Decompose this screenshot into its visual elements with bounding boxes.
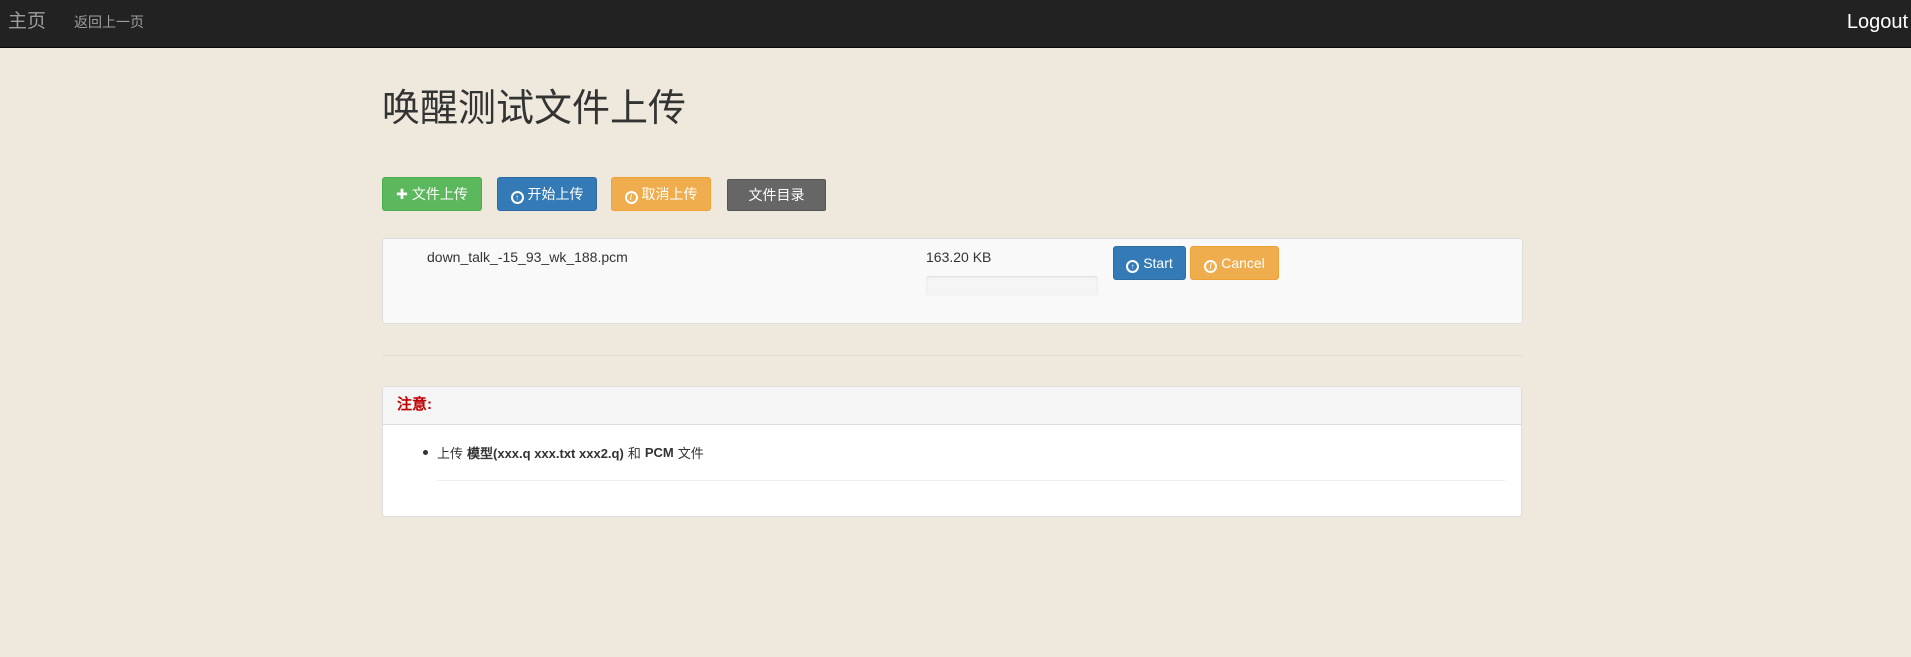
cancel-upload-label: 取消上传 bbox=[641, 186, 698, 202]
file-row: down_talk_-15_93_wk_188.pcm 163.20 KB ↑ S… bbox=[382, 238, 1523, 324]
bullet-icon bbox=[423, 450, 428, 455]
file-size: 163.20 KB bbox=[926, 249, 992, 265]
ban-icon: / bbox=[1204, 260, 1218, 273]
section-divider bbox=[382, 355, 1523, 356]
add-files-label: 文件上传 bbox=[411, 186, 468, 202]
cancel-upload-button[interactable]: / 取消上传 bbox=[611, 177, 711, 211]
top-navbar: 主页 返回上一页 Logout bbox=[0, 0, 1911, 48]
upload-circle-icon: ↑ bbox=[1126, 260, 1140, 273]
cancel-file-label: Cancel bbox=[1221, 255, 1265, 271]
note-model-types: 模型(xxx.q xxx.txt xxx2.q) bbox=[467, 446, 624, 461]
nav-back-link[interactable]: 返回上一页 bbox=[74, 13, 144, 31]
note-mid: 和 bbox=[627, 446, 641, 461]
plus-icon: ✚ bbox=[396, 186, 408, 202]
start-upload-button[interactable]: ↑ 开始上传 bbox=[497, 177, 597, 211]
logout-link[interactable]: Logout bbox=[1847, 10, 1908, 34]
add-files-button[interactable]: ✚ 文件上传 bbox=[382, 177, 482, 211]
file-directory-button[interactable]: 文件目录 bbox=[727, 179, 826, 211]
ban-icon: / bbox=[624, 191, 638, 204]
start-file-button[interactable]: ↑ Start bbox=[1113, 246, 1186, 280]
list-item: 上传 模型(xxx.q xxx.txt xxx2.q) 和 PCM 文件 bbox=[423, 443, 704, 462]
file-name: down_talk_-15_93_wk_188.pcm bbox=[427, 249, 628, 265]
upload-progress bbox=[926, 276, 1098, 296]
note-panel: 注意: 上传 模型(xxx.q xxx.txt xxx2.q) 和 PCM 文件 bbox=[382, 386, 1522, 517]
cancel-file-button[interactable]: / Cancel bbox=[1190, 246, 1279, 280]
note-prefix: 上传 bbox=[437, 446, 464, 461]
note-heading: 注意: bbox=[383, 387, 1521, 425]
note-divider bbox=[437, 480, 1505, 481]
nav-home-link[interactable]: 主页 bbox=[8, 10, 46, 34]
note-suffix: 文件 bbox=[677, 446, 704, 461]
start-file-label: Start bbox=[1143, 255, 1173, 271]
file-directory-label: 文件目录 bbox=[748, 187, 805, 203]
page-title: 唤醒测试文件上传 bbox=[382, 86, 687, 130]
note-list: 上传 模型(xxx.q xxx.txt xxx2.q) 和 PCM 文件 bbox=[423, 443, 704, 462]
upload-circle-icon: ↑ bbox=[510, 191, 524, 204]
note-pcm: PCM bbox=[644, 445, 674, 460]
start-upload-label: 开始上传 bbox=[527, 186, 584, 202]
